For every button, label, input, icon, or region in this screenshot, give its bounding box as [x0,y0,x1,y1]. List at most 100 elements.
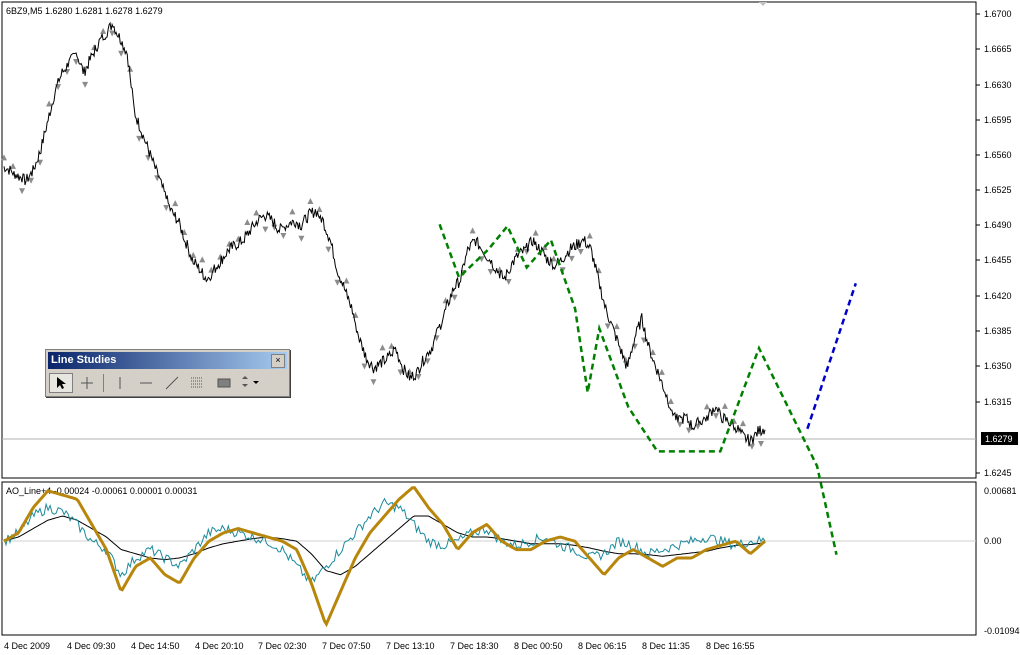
time-tick: 4 Dec 09:30 [67,641,116,651]
toolbar-titlebar[interactable]: Line Studies × [48,352,287,369]
fractal-marker [100,27,107,34]
fractal-marker [379,344,386,351]
ao-ma-line [3,515,766,576]
fractal-marker [577,249,584,256]
time-tick: 4 Dec 2009 [4,641,50,651]
vertical-line-tool-button[interactable] [108,373,132,393]
horizontal-line-tool-button[interactable] [134,373,158,393]
fractal-marker [532,229,539,236]
crosshair-tool-button[interactable] [75,373,99,393]
fractal-marker [361,363,368,370]
fractal-marker [568,255,575,262]
fractal-marker [64,69,71,76]
price-tick: 1.6700 [984,9,1012,19]
fractal-marker [190,251,197,258]
price-tick: 1.6455 [984,255,1012,265]
fractal-marker [307,197,314,204]
fibonacci-icon [191,377,203,388]
fractal-marker [199,256,206,263]
time-tick: 7 Dec 07:50 [322,641,371,651]
toolbar-separator [103,374,104,392]
price-chart-frame [1,1,977,479]
cursor-tool-button[interactable] [49,373,73,393]
fractal-marker [217,253,224,260]
fractal-marker [406,368,413,375]
fractal-marker [118,50,125,57]
fractal-marker [487,268,494,275]
arrows-tool-button[interactable] [238,373,262,393]
chart-title: 6BZ9,M5 1.6280 1.6281 1.6278 1.6279 [6,6,163,16]
time-tick: 8 Dec 11:35 [642,641,690,651]
fractal-marker [586,232,593,239]
current-price-label: 1.6279 [985,434,1013,444]
fractal-marker [343,277,350,284]
trendline-tool-button[interactable] [160,373,184,393]
indicator-tick: 0.00681 [984,486,1017,496]
arrows-icon [242,376,259,387]
time-tick: 7 Dec 13:10 [386,641,435,651]
fibonacci-tool-button[interactable] [186,373,210,393]
fractal-marker [370,379,377,386]
vertical-line-icon [119,377,121,389]
fractal-marker [739,420,746,427]
fractal-marker [82,81,89,88]
price-tick: 1.6490 [984,220,1012,230]
crosshair-icon [81,377,93,389]
fractal-marker [172,200,179,207]
fractal-marker [676,421,683,428]
fractal-marker [469,227,476,234]
fractal-marker [721,402,728,409]
price-axis-tick-marks [976,13,980,474]
fractal-marker [523,249,530,256]
close-button[interactable]: × [271,354,285,368]
fractal-marker [667,398,674,405]
time-tick: 4 Dec 20:10 [195,641,244,651]
fractal-marker [19,188,26,195]
price-tick: 1.6560 [984,150,1012,160]
ao-main-line [3,486,766,628]
toolbar-tools [46,371,289,395]
time-tick: 8 Dec 16:55 [706,641,755,651]
fractal-marker [685,427,692,434]
line-studies-toolbar[interactable]: Line Studies × [45,349,290,397]
time-axis: 4 Dec 2009 4 Dec 09:30 4 Dec 14:50 4 Dec… [4,641,755,651]
fractal-marker [334,279,341,286]
fractal-marker [703,403,710,410]
indicator-series [3,486,766,628]
indicator-tick: -0.01094 [984,626,1020,636]
price-tick: 1.6595 [984,115,1012,125]
chart-shift-marker[interactable] [759,2,767,6]
price-tick: 1.6665 [984,44,1012,54]
fractal-marker [748,443,755,450]
toolbar-title: Line Studies [51,354,117,366]
fractal-marker [244,218,251,225]
price-tick: 1.6630 [984,80,1012,90]
fractal-marker [712,413,719,420]
chart-canvas[interactable]: 1.6279 6BZ9,M5 1.6280 1.6281 1.6278 1.62… [0,0,1020,655]
time-tick: 8 Dec 00:50 [514,641,563,651]
price-tick: 1.6315 [984,397,1012,407]
price-tick: 1.6350 [984,361,1012,371]
fractal-marker [136,135,143,142]
fractal-marker [46,100,53,107]
rectangle-tool-button[interactable] [212,373,236,393]
fractal-marker [154,175,161,182]
time-tick: 7 Dec 02:30 [258,641,307,651]
fractal-marker [451,294,458,301]
rectangle-icon [217,378,231,388]
fractal-marker [262,226,269,233]
fractal-marker [325,246,332,253]
fractal-marker [757,441,764,448]
fractal-marker [604,323,611,330]
fractal-marker [658,368,665,375]
time-tick: 8 Dec 06:15 [578,641,627,651]
time-tick: 7 Dec 18:30 [450,641,499,651]
fractal-marker [298,235,305,242]
fractal-marker [505,278,512,285]
price-tick: 1.6245 [984,468,1012,478]
price-axis: 1.6700 1.6665 1.6630 1.6595 1.6560 1.652… [984,9,1012,478]
price-tick: 1.6385 [984,326,1012,336]
horizontal-line-icon [140,382,152,384]
fractal-marker [253,209,260,216]
fractal-marker [163,205,170,212]
